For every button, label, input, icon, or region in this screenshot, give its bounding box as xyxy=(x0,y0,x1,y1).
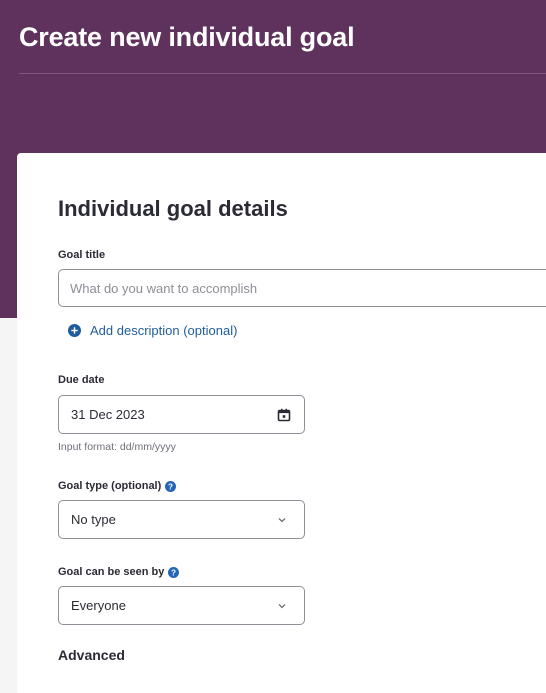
help-icon[interactable]: ? xyxy=(165,480,177,492)
page-title: Create new individual goal xyxy=(19,22,355,52)
goal-title-input[interactable] xyxy=(58,269,546,307)
calendar-icon[interactable] xyxy=(277,408,291,422)
chevron-down-icon xyxy=(278,603,286,608)
add-description-link[interactable]: Add description (optional) xyxy=(68,323,237,338)
due-date-value: 31 Dec 2023 xyxy=(71,407,145,422)
visibility-value: Everyone xyxy=(71,598,126,613)
help-icon[interactable]: ? xyxy=(168,566,180,578)
advanced-section-toggle[interactable]: Advanced xyxy=(58,647,125,663)
visibility-label: Goal can be seen by ? xyxy=(58,566,180,578)
chevron-down-icon xyxy=(278,517,286,522)
goal-title-label: Goal title xyxy=(58,249,106,261)
add-description-label: Add description (optional) xyxy=(90,323,238,338)
goal-type-label-text: Goal type (optional) xyxy=(58,480,162,492)
visibility-select[interactable]: Everyone xyxy=(58,586,305,625)
svg-text:?: ? xyxy=(168,482,173,491)
due-date-input[interactable]: 31 Dec 2023 xyxy=(58,395,305,434)
goal-form-card: Individual goal details Goal title Add d… xyxy=(17,153,546,693)
goal-type-value: No type xyxy=(71,512,116,527)
due-date-label: Due date xyxy=(58,374,105,386)
due-date-hint: Input format: dd/mm/yyyy xyxy=(58,441,176,453)
svg-text:?: ? xyxy=(171,568,176,577)
goal-type-select[interactable]: No type xyxy=(58,500,305,539)
header-divider xyxy=(19,73,546,74)
goal-type-label: Goal type (optional) ? xyxy=(58,480,177,492)
plus-circle-icon xyxy=(68,324,81,337)
visibility-label-text: Goal can be seen by xyxy=(58,566,165,578)
section-title: Individual goal details xyxy=(58,196,288,221)
